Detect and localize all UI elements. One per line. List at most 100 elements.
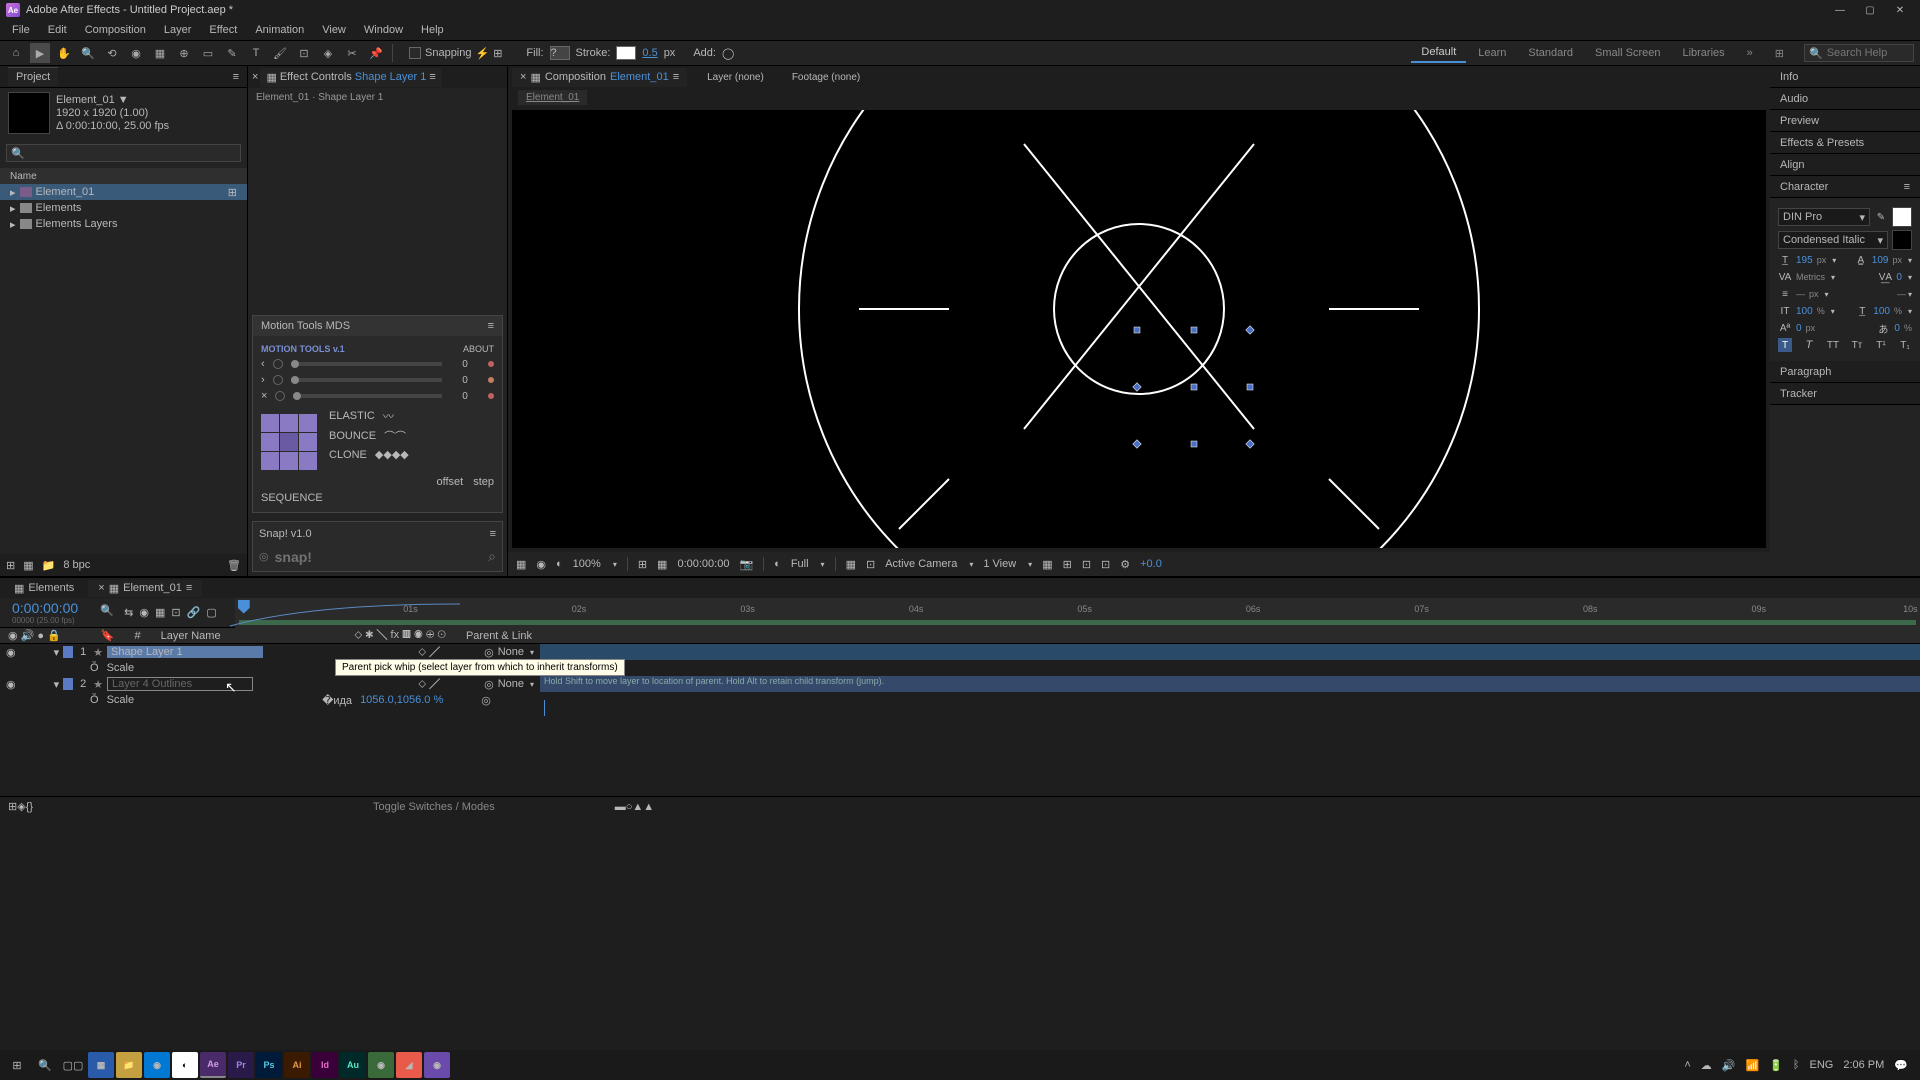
stroke-color-swatch[interactable] [1892,230,1912,250]
vf-i3-icon[interactable]: ⊡ [1082,558,1091,571]
hand-tool[interactable]: ✋ [54,43,74,63]
new-comp-icon[interactable]: ▦ [23,559,33,572]
vf-trans-icon[interactable]: ▦ [846,558,856,571]
ws-standard[interactable]: Standard [1518,44,1583,62]
style-select[interactable]: Condensed Italic▾ [1778,231,1888,249]
task-view-icon[interactable]: ▢▢ [60,1052,86,1078]
proj-item-elements[interactable]: ▸Elements [0,200,247,216]
audio-panel-header[interactable]: Audio [1770,88,1920,110]
menu-file[interactable]: File [4,22,38,38]
vf-camera[interactable]: Active Camera [885,558,957,570]
mt-anchor-grid[interactable] [261,414,317,470]
rotate-tool[interactable]: ◉ [126,43,146,63]
vf-mask-icon[interactable]: ◐ [556,558,563,570]
menu-composition[interactable]: Composition [77,22,154,38]
bold-button[interactable]: T [1778,338,1792,352]
tl-tool-6[interactable]: ▢ [206,606,216,619]
snapping-checkbox[interactable] [409,47,421,59]
tb-app-3[interactable]: ◉ [368,1052,394,1078]
toggle-switches[interactable]: Toggle Switches / Modes [373,801,495,813]
baseline[interactable]: 0 [1796,323,1802,334]
mt-radio-2[interactable] [273,375,283,385]
ws-libraries[interactable]: Libraries [1672,44,1734,62]
tb-chrome[interactable]: ◐ [172,1052,198,1078]
time-ruler[interactable]: 01s 02s 03s 04s 05s 06s 07s 08s 09s 10s [235,598,1920,628]
tb-app-2[interactable]: ◉ [144,1052,170,1078]
paragraph-panel-header[interactable]: Paragraph [1770,361,1920,383]
zoom-tool[interactable]: 🔍 [78,43,98,63]
menu-window[interactable]: Window [356,22,411,38]
project-tab[interactable]: Project [8,67,58,86]
ws-reset-icon[interactable]: ⊞ [1765,44,1794,63]
tl-search-icon[interactable]: 🔍 [100,604,124,622]
menu-animation[interactable]: Animation [247,22,312,38]
footage-tab[interactable]: Footage (none) [784,69,868,86]
vf-i1-icon[interactable]: ▦ [1042,558,1052,571]
tb-premiere[interactable]: Pr [228,1052,254,1078]
tb-explorer[interactable]: 📁 [116,1052,142,1078]
vf-alpha-icon[interactable]: ▦ [516,558,526,571]
roto-tool[interactable]: ✂ [342,43,362,63]
vf-roi-icon[interactable]: ◐ [774,558,781,570]
vf-3d-icon[interactable]: ⊡ [866,558,875,571]
tracking[interactable]: 0 [1896,272,1902,283]
proj-col-name[interactable]: Name [0,168,247,184]
vf-view[interactable]: 1 View [983,558,1016,570]
leading[interactable]: 109 [1872,255,1889,266]
vf-i4-icon[interactable]: ⊡ [1101,558,1110,571]
snap-opt-icon[interactable]: ⚡ [476,47,490,60]
tray-lang[interactable]: ENG [1809,1059,1833,1071]
mt-slider-3[interactable] [293,394,442,398]
layer-row-1[interactable]: ◉ ▾ 1 ★ Shape Layer 1 ⬦ ╱ ◎ None▾ [0,644,1920,660]
tray-chevron-icon[interactable]: ˄ [1684,1059,1690,1071]
mt-radio-3[interactable] [275,391,285,401]
tracker-panel-header[interactable]: Tracker [1770,383,1920,405]
tl-zoom-in[interactable]: ▲▲ [632,801,654,813]
new-folder-icon[interactable]: 📁 [42,559,56,572]
orbit-tool[interactable]: ⟲ [102,43,122,63]
rect-tool[interactable]: ▭ [198,43,218,63]
menu-effect[interactable]: Effect [201,22,245,38]
tb-app-1[interactable]: ▦ [88,1052,114,1078]
vf-i5-icon[interactable]: ⚙ [1120,558,1130,571]
tl-tool-5[interactable]: 🔗 [187,606,201,619]
mt-slider-1[interactable] [291,362,442,366]
smallcaps-button[interactable]: Tᴛ [1850,338,1864,352]
font-size[interactable]: 195 [1796,255,1813,266]
tb-photoshop[interactable]: Ps [256,1052,282,1078]
preview-panel-header[interactable]: Preview [1770,110,1920,132]
align-panel-header[interactable]: Align [1770,154,1920,176]
brush-tool[interactable]: 🖌 [270,43,290,63]
stroke-width[interactable]: 0.5 [642,47,657,59]
proj-item-element01[interactable]: ▸Element_01 ⊞ [0,184,247,200]
tray-time[interactable]: 2:06 PM [1843,1059,1884,1071]
project-search[interactable]: 🔍 [6,144,241,162]
mt-dot-2[interactable] [488,377,494,383]
kerning[interactable]: Metrics [1796,272,1825,282]
prop-scale-1[interactable]: Scale [107,662,135,674]
vf-res[interactable]: Full [791,558,809,570]
tl-f2-icon[interactable]: ◈ [17,800,25,813]
info-panel-header[interactable]: Info [1770,66,1920,88]
tray-volume-icon[interactable]: 🔊 [1722,1059,1736,1072]
fill-swatch[interactable]: ? [550,46,570,60]
menu-view[interactable]: View [314,22,354,38]
vf-channel-icon[interactable]: ◉ [536,558,546,571]
comp-flowchart[interactable]: Element_01 [518,90,587,105]
vf-snapshot-icon[interactable]: 📷 [739,558,753,571]
maximize-button[interactable]: ▢ [1856,2,1884,18]
taskbar-search-icon[interactable]: 🔍 [32,1052,58,1078]
tl-tool-3[interactable]: ▦ [155,606,165,619]
ws-smallscreen[interactable]: Small Screen [1585,44,1670,62]
interpret-icon[interactable]: ⊞ [6,559,15,572]
ws-more-icon[interactable]: » [1737,44,1763,62]
tb-indesign[interactable]: Id [312,1052,338,1078]
pen-tool[interactable]: ✎ [222,43,242,63]
puppet-tool[interactable]: 📌 [366,43,386,63]
tray-wifi-icon[interactable]: 📶 [1745,1059,1759,1072]
viewer-canvas[interactable] [512,110,1766,548]
stroke-swatch[interactable] [616,46,636,60]
italic-button[interactable]: T [1802,338,1816,352]
character-panel-header[interactable]: Character≡ [1770,176,1920,198]
tray-notifications-icon[interactable]: 💬 [1894,1059,1908,1072]
